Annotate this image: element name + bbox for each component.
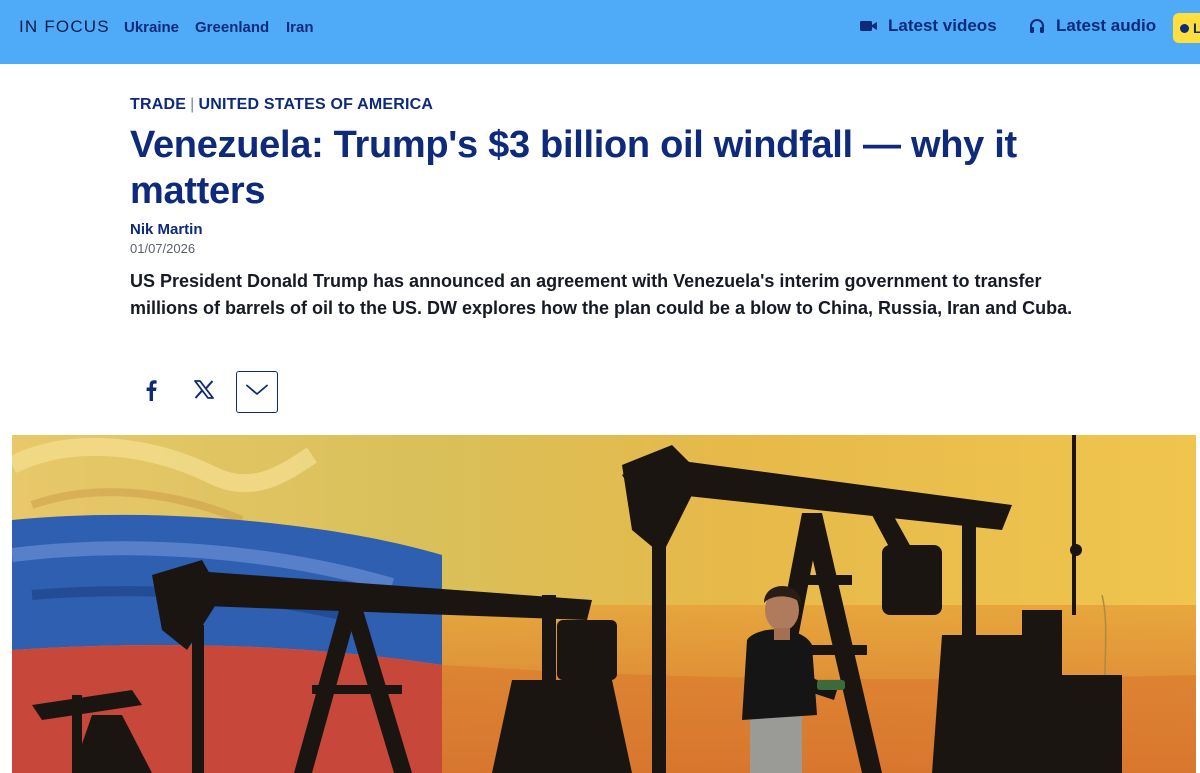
live-dot-icon (1180, 23, 1189, 33)
top-nav-bar: IN FOCUS Ukraine Greenland Iran Latest v… (0, 0, 1200, 64)
article-kicker: TRADE | UNITED STATES OF AMERICA (130, 96, 433, 114)
share-facebook-button[interactable] (130, 371, 172, 413)
latest-videos-link[interactable]: Latest videos (860, 16, 997, 36)
kicker-region-link[interactable]: UNITED STATES OF AMERICA (198, 96, 433, 113)
latest-videos-label: Latest videos (888, 16, 997, 35)
article-teaser: US President Donald Trump has announced … (130, 271, 1073, 318)
kicker-separator: | (190, 96, 195, 113)
x-icon (194, 380, 214, 404)
live-button[interactable]: L (1173, 13, 1200, 43)
in-focus-label: IN FOCUS (19, 17, 110, 36)
topic-link-greenland[interactable]: Greenland (195, 19, 269, 36)
hero-image (12, 435, 1196, 773)
facebook-icon (145, 379, 157, 406)
topic-link-ukraine[interactable]: Ukraine (124, 19, 179, 36)
topic-link-iran[interactable]: Iran (286, 19, 314, 36)
share-more-button[interactable] (236, 371, 278, 413)
headphones-icon (1028, 17, 1046, 35)
article-headline: Venezuela: Trump's $3 billion oil windfa… (130, 124, 1017, 212)
share-x-button[interactable] (183, 371, 225, 413)
latest-audio-link[interactable]: Latest audio (1028, 16, 1156, 36)
chevron-down-icon (246, 383, 268, 401)
share-bar (130, 371, 278, 413)
latest-audio-label: Latest audio (1056, 16, 1157, 35)
kicker-category-link[interactable]: TRADE (130, 96, 186, 113)
publish-date: 01/07/2026 (130, 241, 196, 256)
video-camera-icon (860, 19, 878, 33)
author-link[interactable]: Nik Martin (130, 221, 203, 238)
live-label: L (1193, 20, 1200, 36)
